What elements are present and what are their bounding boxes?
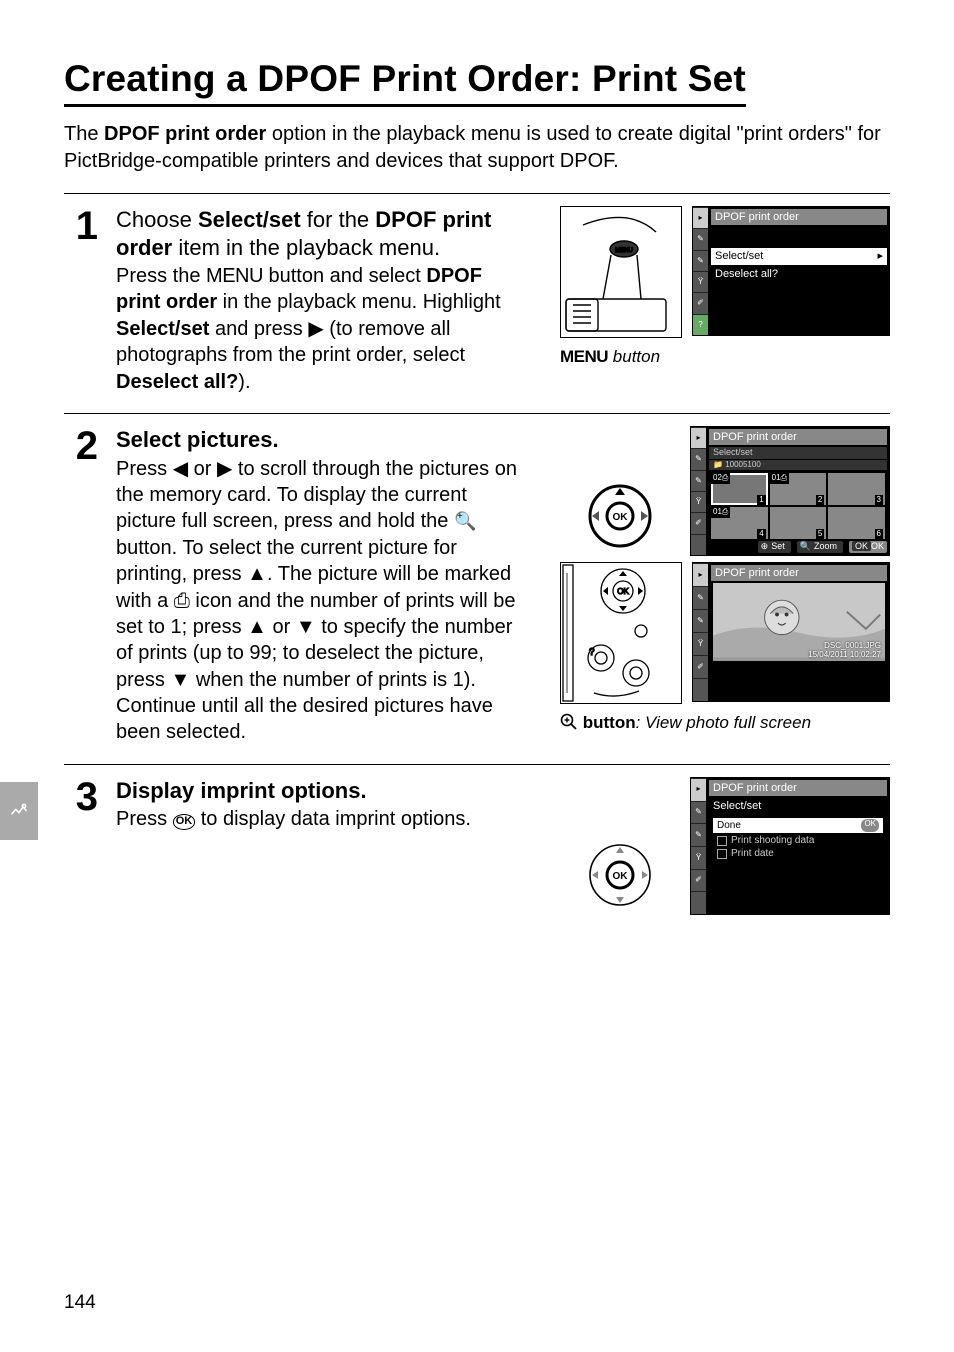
- lcd-row-print-shooting-data: Print shooting data: [709, 834, 887, 847]
- step-2-caption: button: View photo full screen: [560, 713, 890, 736]
- lcd-row-print-date: Print date: [709, 847, 887, 860]
- lcd-header: DPOF print order: [711, 209, 887, 225]
- lcd-subheader: Select/set: [709, 447, 887, 459]
- step-2-body: Press ◀ or ▶ to scroll through the pictu…: [116, 456, 524, 746]
- lcd-row-deselect-all: Deselect all?: [711, 266, 887, 282]
- ok-button-icon: OK: [173, 814, 196, 829]
- step-number: 2: [64, 426, 98, 466]
- step-1: 1 Choose Select/set for the DPOF print o…: [64, 193, 890, 395]
- step-2-heading: Select pictures.: [116, 426, 542, 454]
- lcd-side-icons: ▸✎✎Ÿ✐?: [693, 207, 708, 335]
- step-1-figure: MENU ▸✎✎Ÿ✐? DPOF print order Select: [560, 206, 890, 367]
- page-number: 144: [64, 1291, 96, 1316]
- step-1-caption: MENU button: [560, 347, 890, 367]
- svg-text:MENU: MENU: [615, 248, 633, 254]
- step-1-body: Press the MENU button and select DPOF pr…: [116, 263, 516, 395]
- lcd-header: DPOF print order: [711, 565, 887, 581]
- dpad-ok-illustration: OK: [572, 476, 668, 556]
- lcd-row-done: Done OK: [713, 818, 883, 833]
- svg-text:OK: OK: [617, 587, 629, 596]
- lcd-subheader: Select/set: [709, 798, 887, 814]
- step-3-figure: OK ▸✎✎Ÿ✐ DPOF print order Select/set: [560, 777, 890, 915]
- svg-text:OK: OK: [613, 512, 629, 523]
- lcd-folder: 📁 10005100: [709, 460, 887, 470]
- lcd-dpof-menu: ▸✎✎Ÿ✐? DPOF print order Select/set▸ Dese…: [692, 206, 890, 336]
- lcd-header: DPOF print order: [709, 780, 887, 796]
- step-3-heading: Display imprint options.: [116, 777, 542, 805]
- svg-text:OK: OK: [613, 871, 629, 882]
- step-3: 3 Display imprint options. Press OK to d…: [64, 764, 890, 915]
- step-1-heading: Choose Select/set for the DPOF print ord…: [116, 206, 542, 261]
- section-tab-icon: [0, 782, 38, 840]
- camera-buttons-illustration: OK ?: [560, 562, 682, 704]
- magnify-icon: [560, 713, 578, 736]
- thumbnail-grid: 02⎙1 01⎙2 3 01⎙4 5 6: [709, 471, 887, 541]
- page-title: Creating a DPOF Print Order: Print Set: [64, 55, 746, 107]
- lcd-thumbnail-grid: ▸✎✎Ÿ✐ DPOF print order Select/set 📁 1000…: [690, 426, 890, 556]
- step-3-body: Press OK to display data imprint options…: [116, 806, 536, 832]
- printer-icon: ⎙: [174, 590, 190, 612]
- step-number: 1: [64, 206, 98, 246]
- dpad-ok-illustration: OK: [572, 835, 668, 915]
- camera-menu-illustration: MENU: [560, 206, 682, 338]
- svg-text:?: ?: [589, 647, 595, 658]
- lcd-fullscreen-photo: ▸✎✎Ÿ✐ DPOF print order: [692, 562, 890, 702]
- step-2: 2 Select pictures. Press ◀ or ▶ to scrol…: [64, 413, 890, 746]
- step-number: 3: [64, 777, 98, 817]
- photo-preview: DSC_0001.JPG 15/04/2011 10:02:27: [713, 583, 885, 661]
- lcd-imprint-options: ▸✎✎Ÿ✐ DPOF print order Select/set Done O…: [690, 777, 890, 915]
- document-page: Creating a DPOF Print Order: Print Set T…: [0, 0, 954, 1352]
- lcd-header: DPOF print order: [709, 429, 887, 445]
- intro-paragraph: The DPOF print order option in the playb…: [64, 121, 890, 175]
- step-2-figure: OK ▸✎✎Ÿ✐ DPOF print order Select/set 📁 1…: [560, 426, 890, 736]
- lcd-row-select-set: Select/set▸: [711, 248, 887, 264]
